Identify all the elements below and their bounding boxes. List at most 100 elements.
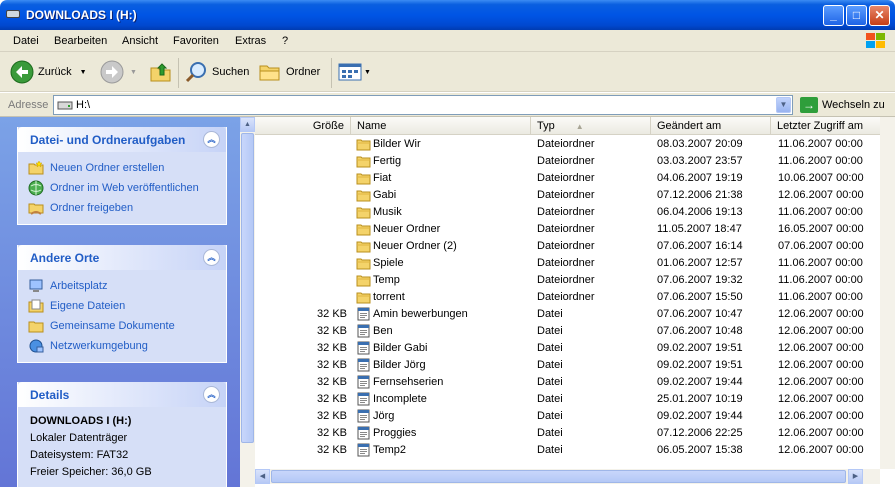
minimize-button[interactable]: _ [823, 5, 844, 26]
table-row[interactable]: torrent Dateiordner 07.06.2007 15:50 11.06.… [255, 289, 880, 306]
close-button[interactable]: ✕ [869, 5, 890, 26]
computer-icon [29, 279, 43, 292]
table-row[interactable]: Fiat Dateiordner 04.06.2007 19:19 10.06.200… [255, 170, 880, 187]
table-row[interactable]: Musik Dateiordner 06.04.2006 19:13 11.06.20… [255, 204, 880, 221]
forward-dropdown-icon[interactable]: ▼ [130, 69, 137, 76]
address-dropdown-icon[interactable]: ▼ [776, 97, 791, 113]
back-label: Zurück [38, 66, 72, 78]
back-button[interactable]: Zurück ▼ [10, 60, 87, 84]
table-row[interactable]: Neuer Ordner (2) Dateiordner 07.06.2007 16… [255, 238, 880, 255]
cell-size: 32 KB [317, 444, 347, 456]
cell-size: 32 KB [317, 410, 347, 422]
drive-icon [6, 10, 20, 18]
table-row[interactable]: 32 KB Bilder Jörg Datei 09.02.2007 19:51 12.… [255, 357, 880, 374]
column-modified[interactable]: Geändert am [651, 117, 771, 135]
column-name[interactable]: Name [351, 117, 531, 135]
collapse-chevron-icon[interactable]: ︽ [203, 386, 220, 403]
cell-type: Datei [537, 393, 563, 405]
place-netzwerkumgebung[interactable]: Netzwerkumgebung [28, 336, 226, 356]
toolbar-separator [178, 58, 179, 88]
table-row[interactable]: 32 KB Amin bewerbungen Datei 07.06.2007 10:… [255, 306, 880, 323]
cell-accessed: 12.06.2007 00:00 [778, 444, 864, 456]
cell-modified: 07.12.2006 21:38 [657, 189, 743, 201]
task-publish-web[interactable]: Ordner im Web veröffentlichen [28, 178, 226, 198]
place-eigene-dateien[interactable]: Eigene Dateien [28, 296, 226, 316]
cell-type: Dateiordner [537, 172, 595, 184]
scroll-up-icon[interactable]: ▲ [240, 117, 255, 132]
table-row[interactable]: Neuer Ordner Dateiordner 11.05.2007 18:47 1… [255, 221, 880, 238]
back-dropdown-icon[interactable]: ▼ [80, 69, 87, 76]
views-dropdown-icon[interactable]: ▼ [364, 69, 371, 76]
table-row[interactable]: 32 KB Temp2 Datei 06.05.2007 15:38 12.06.200… [255, 442, 880, 459]
forward-arrow-icon [100, 60, 124, 84]
task-share-folder[interactable]: Ordner freigeben [28, 198, 226, 218]
go-button[interactable]: → Wechseln zu [800, 97, 885, 113]
menu-extras[interactable]: Extras [235, 35, 266, 47]
menu-ansicht[interactable]: Ansicht [122, 35, 158, 47]
views-button[interactable]: ▼ [338, 60, 371, 84]
cell-size: 32 KB [317, 393, 347, 405]
table-row[interactable]: 32 KB Fernsehserien Datei 09.02.2007 19:44 1… [255, 374, 880, 391]
cell-accessed: 12.06.2007 00:00 [778, 325, 864, 337]
place-gemeinsame-dokumente[interactable]: Gemeinsame Dokumente [28, 316, 226, 336]
title-bar[interactable]: DOWNLOADS I (H:) _ □ ✕ [0, 0, 895, 30]
cell-size: 32 KB [317, 427, 347, 439]
table-row[interactable]: Bilder Wir Dateiordner 08.03.2007 20:09 11.… [255, 136, 880, 153]
task-pane-scrollbar[interactable]: ▲ [240, 117, 255, 487]
cell-accessed: 12.06.2007 00:00 [778, 342, 864, 354]
folders-button[interactable]: Ordner [258, 60, 320, 84]
file-icon [357, 358, 370, 372]
task-new-folder[interactable]: Neuen Ordner erstellen [28, 158, 226, 178]
cell-modified: 08.03.2007 20:09 [657, 138, 743, 150]
tasks-panel-header[interactable]: Datei- und Ordneraufgaben ︽ [18, 127, 226, 152]
places-panel: Andere Orte ︽ Arbeitsplatz Eigene Dateie… [17, 245, 227, 363]
go-arrow-icon: → [800, 97, 818, 113]
places-panel-header[interactable]: Andere Orte ︽ [18, 245, 226, 270]
menu-help[interactable]: ? [282, 35, 288, 47]
cell-name: Bilder Wir [373, 138, 421, 150]
table-row[interactable]: 32 KB Incomplete Datei 25.01.2007 10:19 12.0… [255, 391, 880, 408]
place-arbeitsplatz[interactable]: Arbeitsplatz [28, 276, 226, 296]
folders-label: Ordner [286, 66, 321, 78]
table-row[interactable]: Gabi Dateiordner 07.12.2006 21:38 12.06.200… [255, 187, 880, 204]
file-list-horizontal-scrollbar[interactable]: ◀ ▶ [255, 469, 880, 484]
table-row[interactable]: Fertig Dateiordner 03.03.2007 23:57 11.06.2… [255, 153, 880, 170]
column-accessed[interactable]: Letzter Zugriff am [771, 117, 880, 135]
column-type[interactable]: Typ ▲ [531, 117, 651, 135]
menu-bearbeiten[interactable]: Bearbeiten [54, 35, 107, 47]
cell-name: Amin bewerbungen [373, 308, 468, 320]
cell-modified: 03.03.2007 23:57 [657, 155, 743, 167]
table-row[interactable]: 32 KB Bilder Gabi Datei 09.02.2007 19:51 12.… [255, 340, 880, 357]
cell-name: Bilder Gabi [373, 342, 428, 354]
menu-favoriten[interactable]: Favoriten [173, 35, 219, 47]
table-row[interactable]: 32 KB Jörg Datei 09.02.2007 19:44 12.06.2007… [255, 408, 880, 425]
scroll-left-icon[interactable]: ◀ [255, 469, 270, 484]
column-size[interactable]: Größe [255, 117, 351, 135]
collapse-chevron-icon[interactable]: ︽ [203, 131, 220, 148]
scroll-thumb[interactable] [271, 470, 846, 483]
address-input[interactable]: H:\ ▼ [53, 95, 793, 115]
tasks-panel-title: Datei- und Ordneraufgaben [30, 133, 186, 147]
cell-name: Neuer Ordner [373, 223, 441, 235]
cell-accessed: 11.06.2007 00:00 [778, 291, 863, 303]
cell-name: Musik [373, 206, 402, 218]
file-list-vertical-scrollbar[interactable] [880, 117, 895, 469]
forward-button[interactable]: ▼ [100, 60, 137, 84]
cell-type: Dateiordner [537, 291, 595, 303]
table-row[interactable]: Spiele Dateiordner 01.06.2007 12:57 11.06.2… [255, 255, 880, 272]
scroll-thumb[interactable] [241, 133, 254, 443]
scroll-right-icon[interactable]: ▶ [848, 469, 863, 484]
table-row[interactable]: 32 KB Ben Datei 07.06.2007 10:48 12.06.2007 … [255, 323, 880, 340]
details-panel-header[interactable]: Details ︽ [18, 382, 226, 407]
cell-type: Datei [537, 342, 563, 354]
details-filesystem: Dateisystem: FAT32 [30, 449, 129, 461]
cell-accessed: 12.06.2007 00:00 [778, 376, 864, 388]
table-row[interactable]: 32 KB Proggies Datei 07.12.2006 22:25 12.06.… [255, 425, 880, 442]
cell-type: Datei [537, 325, 563, 337]
collapse-chevron-icon[interactable]: ︽ [203, 249, 220, 266]
up-folder-button[interactable] [149, 60, 173, 84]
table-row[interactable]: Temp Dateiordner 07.06.2007 19:32 11.06.200… [255, 272, 880, 289]
menu-datei[interactable]: Datei [13, 35, 39, 47]
search-button[interactable]: Suchen [185, 60, 249, 84]
maximize-button[interactable]: □ [846, 5, 867, 26]
